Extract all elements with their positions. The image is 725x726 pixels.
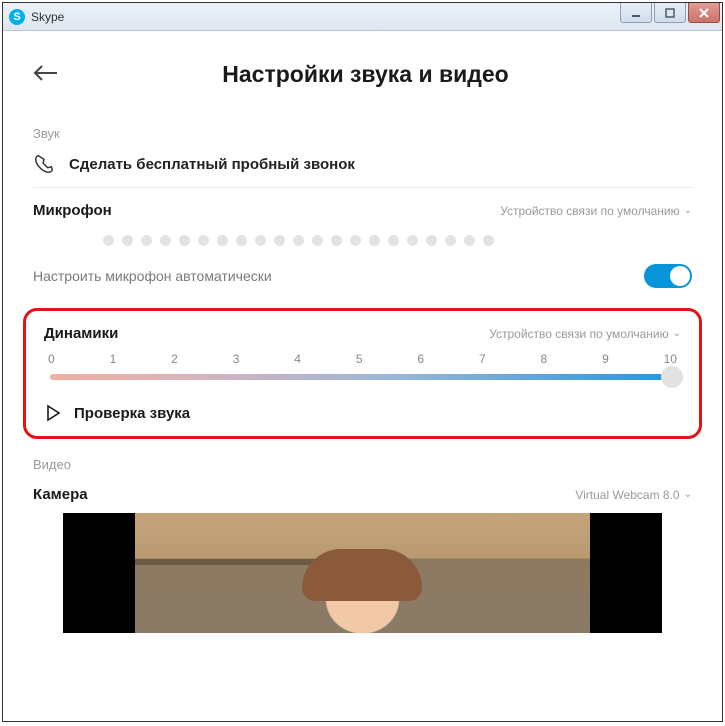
- speakers-device-label: Устройство связи по умолчанию: [489, 327, 668, 341]
- window-controls: [618, 3, 720, 23]
- skype-logo-icon: S: [9, 9, 25, 25]
- microphone-level-meter: [103, 219, 692, 256]
- back-arrow-icon[interactable]: [33, 62, 59, 88]
- phone-icon: [33, 153, 55, 175]
- play-icon: [44, 404, 62, 422]
- window-title: Skype: [31, 10, 64, 24]
- title-bar: S Skype: [3, 3, 722, 31]
- test-audio-label: Проверка звука: [74, 405, 190, 422]
- microphone-heading: Микрофон: [33, 202, 112, 219]
- sound-section-label: Звук: [33, 126, 692, 141]
- speakers-volume-slider[interactable]: 0 1 2 3 4 5 6 7 8 9 10: [44, 352, 681, 380]
- video-section-label: Видео: [33, 457, 692, 472]
- speakers-heading: Динамики: [44, 325, 118, 342]
- speakers-heading-row: Динамики Устройство связи по умолчанию ⌄: [44, 325, 681, 342]
- page-title: Настройки звука и видео: [119, 61, 612, 88]
- test-audio-row[interactable]: Проверка звука: [44, 404, 681, 422]
- camera-device-select[interactable]: Virtual Webcam 8.0 ⌄: [575, 488, 692, 502]
- test-call-row[interactable]: Сделать бесплатный пробный звонок: [33, 141, 692, 188]
- auto-microphone-toggle[interactable]: [644, 264, 692, 288]
- chevron-down-icon: ⌄: [684, 489, 692, 500]
- camera-device-label: Virtual Webcam 8.0: [575, 488, 679, 502]
- auto-microphone-row: Настроить микрофон автоматически: [33, 256, 692, 302]
- close-button[interactable]: [688, 3, 720, 23]
- auto-microphone-label: Настроить микрофон автоматически: [33, 268, 272, 284]
- microphone-device-label: Устройство связи по умолчанию: [500, 204, 679, 218]
- settings-content: Настройки звука и видео Звук Сделать бес…: [3, 31, 722, 721]
- slider-thumb[interactable]: [661, 366, 683, 388]
- microphone-heading-row: Микрофон Устройство связи по умолчанию ⌄: [33, 202, 692, 219]
- maximize-button[interactable]: [654, 3, 686, 23]
- camera-preview-image: [135, 513, 590, 633]
- camera-heading: Камера: [33, 486, 88, 503]
- microphone-device-select[interactable]: Устройство связи по умолчанию ⌄: [500, 204, 692, 218]
- slider-track[interactable]: [50, 374, 675, 380]
- speakers-section-highlight: Динамики Устройство связи по умолчанию ⌄…: [23, 308, 702, 439]
- speakers-device-select[interactable]: Устройство связи по умолчанию ⌄: [489, 327, 681, 341]
- camera-preview: [63, 513, 662, 633]
- chevron-down-icon: ⌄: [684, 205, 692, 216]
- slider-ticks: 0 1 2 3 4 5 6 7 8 9 10: [44, 352, 681, 366]
- test-call-label: Сделать бесплатный пробный звонок: [69, 156, 355, 173]
- camera-heading-row: Камера Virtual Webcam 8.0 ⌄: [33, 486, 692, 503]
- minimize-button[interactable]: [620, 3, 652, 23]
- chevron-down-icon: ⌄: [673, 328, 681, 339]
